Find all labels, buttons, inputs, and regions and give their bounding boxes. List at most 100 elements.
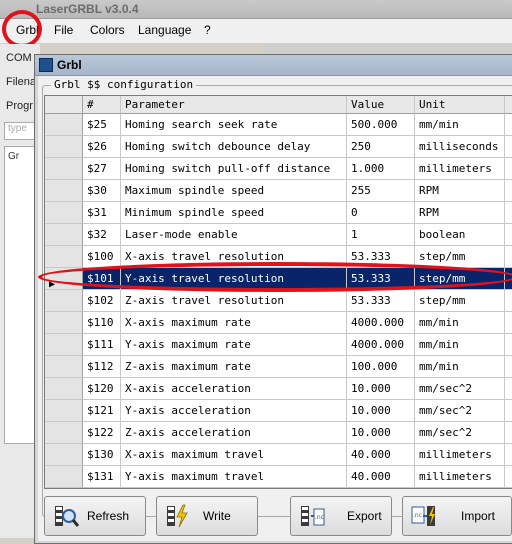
table-row[interactable]: $112 Z-axis maximum rate 100.000 mm/min	[45, 356, 512, 378]
cell-unit[interactable]: millimeters	[415, 158, 505, 180]
cell-value[interactable]: 53.333	[347, 246, 415, 268]
import-button[interactable]: .nc Import	[402, 496, 512, 536]
cell-unit[interactable]: millimeters	[415, 444, 505, 466]
cell-id[interactable]: $120	[83, 378, 121, 400]
cell-unit[interactable]: mm/sec^2	[415, 422, 505, 444]
search-input[interactable]: type	[4, 122, 38, 140]
row-header[interactable]	[45, 444, 83, 466]
row-header[interactable]	[45, 158, 83, 180]
cell-unit[interactable]: mm/min	[415, 114, 505, 136]
cell-id[interactable]: $31	[83, 202, 121, 224]
cell-unit[interactable]: step/mm	[415, 268, 505, 290]
cell-parameter[interactable]: Y-axis maximum travel	[121, 466, 347, 488]
row-header[interactable]	[45, 400, 83, 422]
table-row[interactable]: $32 Laser-mode enable 1 boolean	[45, 224, 512, 246]
table-row[interactable]: $30 Maximum spindle speed 255 RPM	[45, 180, 512, 202]
menu-help[interactable]: ?	[204, 23, 211, 37]
column-header-unit[interactable]: Unit	[415, 96, 505, 114]
cell-parameter[interactable]: Z-axis maximum rate	[121, 356, 347, 378]
cell-id[interactable]: $130	[83, 444, 121, 466]
cell-id[interactable]: $100	[83, 246, 121, 268]
table-row[interactable]: $121 Y-axis acceleration 10.000 mm/sec^2	[45, 400, 512, 422]
cell-parameter[interactable]: Minimum spindle speed	[121, 202, 347, 224]
column-header-value[interactable]: Value	[347, 96, 415, 114]
menu-language[interactable]: Language	[138, 23, 191, 37]
cell-value[interactable]: 10.000	[347, 378, 415, 400]
row-header[interactable]	[45, 202, 83, 224]
column-header-id[interactable]: #	[83, 96, 121, 114]
cell-id[interactable]: $122	[83, 422, 121, 444]
cell-value[interactable]: 53.333	[347, 268, 415, 290]
cell-parameter[interactable]: Maximum spindle speed	[121, 180, 347, 202]
table-row[interactable]: ▶ $101 Y-axis travel resolution 53.333 step/…	[45, 268, 512, 290]
cell-id[interactable]: $102	[83, 290, 121, 312]
cell-value[interactable]: 255	[347, 180, 415, 202]
cell-id[interactable]: $27	[83, 158, 121, 180]
table-row[interactable]: $110 X-axis maximum rate 4000.000 mm/min	[45, 312, 512, 334]
cell-value[interactable]: 10.000	[347, 422, 415, 444]
cell-parameter[interactable]: X-axis acceleration	[121, 378, 347, 400]
cell-unit[interactable]: mm/min	[415, 334, 505, 356]
cell-value[interactable]: 500.000	[347, 114, 415, 136]
cell-id[interactable]: $110	[83, 312, 121, 334]
row-header[interactable]	[45, 378, 83, 400]
cell-unit[interactable]: mm/sec^2	[415, 378, 505, 400]
write-button[interactable]: Write	[156, 496, 258, 536]
cell-id[interactable]: $101	[83, 268, 121, 290]
cell-id[interactable]: $112	[83, 356, 121, 378]
column-header-parameter[interactable]: Parameter	[121, 96, 347, 114]
row-header[interactable]	[45, 290, 83, 312]
cell-parameter[interactable]: Homing switch debounce delay	[121, 136, 347, 158]
cell-id[interactable]: $32	[83, 224, 121, 246]
cell-unit[interactable]: millimeters	[415, 466, 505, 488]
menu-colors[interactable]: Colors	[90, 23, 125, 37]
cell-value[interactable]: 53.333	[347, 290, 415, 312]
cell-unit[interactable]: step/mm	[415, 246, 505, 268]
cell-unit[interactable]: mm/sec^2	[415, 400, 505, 422]
cell-unit[interactable]: mm/min	[415, 312, 505, 334]
table-row[interactable]: $26 Homing switch debounce delay 250 millis…	[45, 136, 512, 158]
cell-unit[interactable]: milliseconds	[415, 136, 505, 158]
cell-value[interactable]: 100.000	[347, 356, 415, 378]
table-row[interactable]: $122 Z-axis acceleration 10.000 mm/sec^2	[45, 422, 512, 444]
table-row[interactable]: $131 Y-axis maximum travel 40.000 millimete…	[45, 466, 512, 488]
table-row[interactable]: $120 X-axis acceleration 10.000 mm/sec^2	[45, 378, 512, 400]
row-header[interactable]	[45, 136, 83, 158]
row-header[interactable]	[45, 224, 83, 246]
cell-unit[interactable]: RPM	[415, 202, 505, 224]
table-row[interactable]: $100 X-axis travel resolution 53.333 step/m…	[45, 246, 512, 268]
cell-value[interactable]: 4000.000	[347, 312, 415, 334]
cell-value[interactable]: 1	[347, 224, 415, 246]
cell-parameter[interactable]: Homing search seek rate	[121, 114, 347, 136]
cell-id[interactable]: $121	[83, 400, 121, 422]
cell-parameter[interactable]: Y-axis travel resolution	[121, 268, 347, 290]
tree-node[interactable]: Gr	[8, 151, 19, 162]
cell-parameter[interactable]: Y-axis acceleration	[121, 400, 347, 422]
cell-parameter[interactable]: X-axis maximum rate	[121, 312, 347, 334]
table-row[interactable]: $130 X-axis maximum travel 40.000 millimete…	[45, 444, 512, 466]
row-header[interactable]	[45, 356, 83, 378]
cell-value[interactable]: 0	[347, 202, 415, 224]
cell-unit[interactable]: boolean	[415, 224, 505, 246]
table-row[interactable]: $102 Z-axis travel resolution 53.333 step/m…	[45, 290, 512, 312]
cell-value[interactable]: 1.000	[347, 158, 415, 180]
cell-value[interactable]: 4000.000	[347, 334, 415, 356]
cell-id[interactable]: $30	[83, 180, 121, 202]
row-header[interactable]	[45, 114, 83, 136]
table-row[interactable]: $31 Minimum spindle speed 0 RPM	[45, 202, 512, 224]
table-row[interactable]: $111 Y-axis maximum rate 4000.000 mm/min	[45, 334, 512, 356]
row-header[interactable]	[45, 422, 83, 444]
cell-unit[interactable]: mm/min	[415, 356, 505, 378]
cell-parameter[interactable]: Laser-mode enable	[121, 224, 347, 246]
refresh-button[interactable]: Refresh	[44, 496, 146, 536]
cell-id[interactable]: $26	[83, 136, 121, 158]
cell-parameter[interactable]: X-axis maximum travel	[121, 444, 347, 466]
cell-id[interactable]: $131	[83, 466, 121, 488]
cell-value[interactable]: 40.000	[347, 466, 415, 488]
cell-parameter[interactable]: Y-axis maximum rate	[121, 334, 347, 356]
cell-unit[interactable]: step/mm	[415, 290, 505, 312]
cell-parameter[interactable]: Z-axis travel resolution	[121, 290, 347, 312]
cell-value[interactable]: 10.000	[347, 400, 415, 422]
cell-unit[interactable]: RPM	[415, 180, 505, 202]
cell-value[interactable]: 40.000	[347, 444, 415, 466]
